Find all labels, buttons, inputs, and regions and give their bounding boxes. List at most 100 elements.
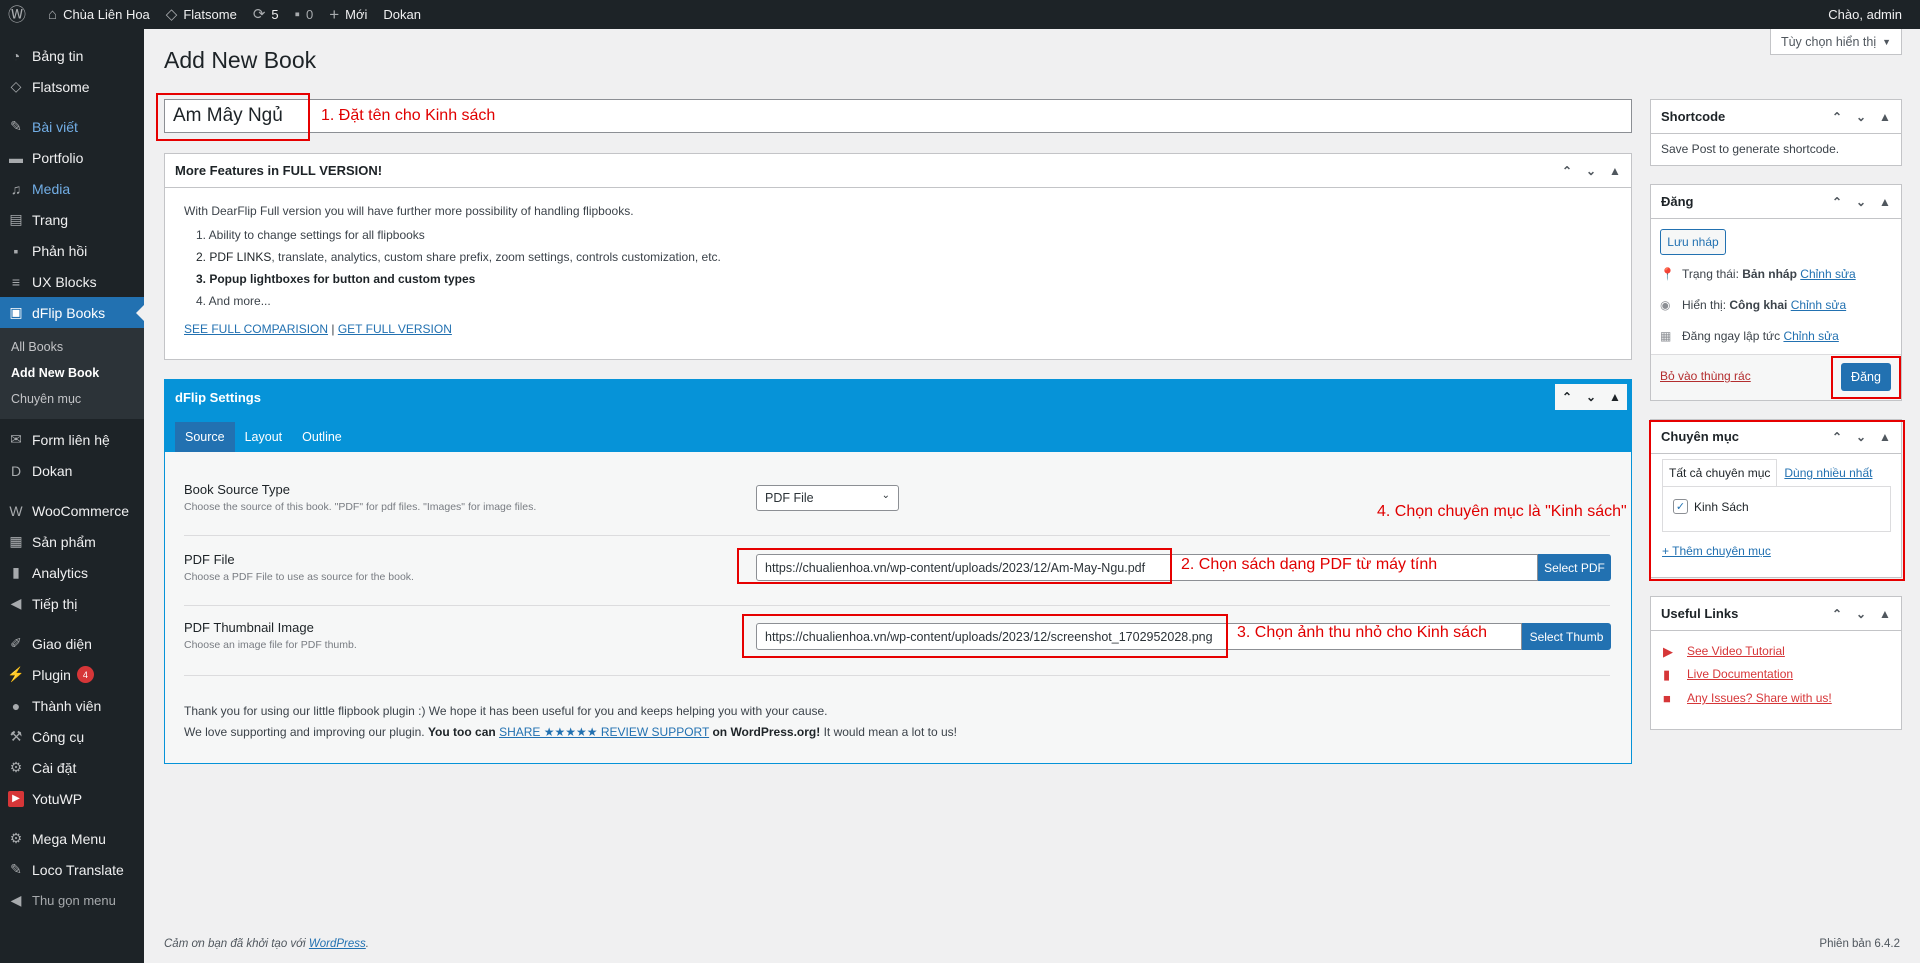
submenu-categories[interactable]: Chuyên mục (0, 386, 144, 412)
chevron-down-icon[interactable]: ⌄ (1579, 164, 1603, 178)
menu-comments[interactable]: ▪ Phản hồi (0, 235, 144, 266)
save-draft-button[interactable]: Lưu nháp (1660, 229, 1726, 255)
status-row: 📍 Trạng thái: Bản nháp Chỉnh sửa (1660, 267, 1856, 281)
share-review-support-link[interactable]: SHARE ★★★★★ REVIEW SUPPORT (499, 725, 709, 739)
wordpress-logo[interactable]: Ⓦ (0, 0, 40, 29)
annotation-box-publish (1831, 356, 1901, 399)
menu-mega-menu[interactable]: ⚙ Mega Menu (0, 823, 144, 854)
dflip-submenu: All Books Add New Book Chuyên mục (0, 328, 144, 419)
tab-outline[interactable]: Outline (292, 422, 352, 452)
pin-icon: 📍 (1660, 267, 1675, 281)
chevron-up-icon[interactable]: ⌃ (1825, 195, 1849, 209)
useful-links-header: Useful Links ⌃ ⌄ ▲ (1651, 597, 1901, 631)
edit-status-link[interactable]: Chỉnh sửa (1800, 267, 1855, 281)
menu-plugins[interactable]: ⚡ Plugin 4 (0, 659, 144, 690)
select-pdf-button[interactable]: Select PDF (1538, 554, 1611, 581)
useful-links-box: Useful Links ⌃ ⌄ ▲ (1650, 596, 1902, 730)
annotation-4: 4. Chọn chuyên mục là "Kinh sách" (1377, 503, 1627, 520)
menu-analytics[interactable]: ▮ Analytics (0, 557, 144, 588)
live-docs-link[interactable]: Live Documentation (1687, 667, 1793, 681)
account-menu[interactable]: Chào, admin (1820, 0, 1920, 29)
annotation-box-thumb (742, 614, 1228, 658)
wordpress-icon: Ⓦ (8, 4, 26, 25)
move-to-trash-link[interactable]: Bỏ vào thùng rác (1660, 369, 1751, 383)
select-thumb-button[interactable]: Select Thumb (1522, 623, 1611, 650)
feature-item: 4. And more... (196, 294, 271, 308)
annotation-box-pdf (737, 548, 1172, 584)
wordpress-link[interactable]: WordPress (309, 938, 366, 950)
annotation-3: 3. Chọn ảnh thu nhỏ cho Kinh sách (1237, 624, 1487, 641)
chevron-down-icon[interactable]: ⌄ (1579, 384, 1603, 410)
menu-settings[interactable]: ⚙ Cài đặt (0, 752, 144, 783)
menu-collapse[interactable]: ◀ Thu gọn menu (0, 885, 144, 916)
chevron-down-icon[interactable]: ⌄ (1849, 195, 1873, 209)
menu-ux-blocks[interactable]: ≡ UX Blocks (0, 266, 144, 297)
video-tutorial-link[interactable]: See Video Tutorial (1687, 644, 1785, 658)
menu-users[interactable]: ● Thành viên (0, 690, 144, 721)
collapse-toggle-icon[interactable]: ▲ (1873, 195, 1897, 209)
footer-version: Phiên bản 6.4.2 (1819, 938, 1900, 950)
menu-posts[interactable]: ✎ Bài viết (0, 111, 144, 142)
submenu-all-books[interactable]: All Books (0, 334, 144, 360)
collapse-toggle-icon[interactable]: ▲ (1603, 164, 1627, 178)
shortcode-box: Shortcode ⌃ ⌄ ▲ Save Post to generate shor… (1650, 99, 1902, 166)
youtube-icon: ▶ (1663, 644, 1673, 659)
chevron-up-icon[interactable]: ⌃ (1825, 110, 1849, 124)
comments-link[interactable]: ▪ 0 (287, 0, 322, 29)
chevron-down-icon[interactable]: ⌄ (1849, 607, 1873, 621)
updates-link[interactable]: ⟳ 5 (245, 0, 287, 29)
chevron-up-icon[interactable]: ⌃ (1555, 384, 1579, 410)
menu-pages[interactable]: ▤ Trang (0, 204, 144, 235)
new-content-link[interactable]: + Mới (321, 0, 375, 29)
menu-woocommerce[interactable]: W WooCommerce (0, 495, 144, 526)
woo-icon: W (9, 502, 23, 519)
dflip-tabs: Source Layout Outline (165, 414, 1631, 452)
tab-layout[interactable]: Layout (235, 422, 293, 452)
menu-marketing[interactable]: ◀ Tiếp thị (0, 588, 144, 619)
menu-media[interactable]: ♫ Media (0, 173, 144, 204)
dflip-settings-header: dFlip Settings ⌃ ⌄ ▲ (165, 380, 1631, 414)
chevron-up-icon[interactable]: ⌃ (1555, 164, 1579, 178)
menu-loco-translate[interactable]: ✎ Loco Translate (0, 854, 144, 885)
comment-bubble-icon: ▪ (294, 6, 300, 23)
book-icon: ▮ (1663, 667, 1671, 682)
collapse-icon: ◀ (10, 892, 22, 908)
see-full-comparison-link[interactable]: SEE FULL COMPARISION (184, 322, 328, 336)
menu-tools[interactable]: ⚒ Công cụ (0, 721, 144, 752)
chevron-up-icon[interactable]: ⌃ (1825, 607, 1849, 621)
menu-dflip-books[interactable]: ▣ dFlip Books (0, 297, 144, 328)
chevron-down-icon: ⌄ (881, 490, 890, 501)
dokan-link[interactable]: Dokan (375, 0, 429, 29)
menu-contact-form[interactable]: ✉ Form liên hệ (0, 424, 144, 455)
menu-dokan[interactable]: D Dokan (0, 455, 144, 486)
edit-visibility-link[interactable]: Chỉnh sửa (1791, 298, 1846, 312)
menu-yotuwp[interactable]: ▶ YotuWP (0, 783, 144, 814)
annotation-box-title (156, 93, 310, 141)
site-name-link[interactable]: ⌂ Chùa Liên Hoa (40, 0, 158, 29)
users-icon: ● (11, 697, 21, 714)
menu-flatsome[interactable]: ◇ Flatsome (0, 71, 144, 102)
diamond-icon: ◇ (165, 6, 178, 23)
menu-dashboard[interactable]: ◔ Bảng tin (0, 40, 144, 71)
shortcode-text: Save Post to generate shortcode. (1661, 142, 1840, 156)
edit-schedule-link[interactable]: Chỉnh sửa (1783, 329, 1838, 343)
submenu-add-new-book[interactable]: Add New Book (0, 360, 144, 386)
issues-link[interactable]: Any Issues? Share with us! (1687, 691, 1832, 705)
menu-products[interactable]: ▦ Sản phẩm (0, 526, 144, 557)
theme-link[interactable]: ◇ Flatsome (158, 0, 245, 29)
collapse-toggle-icon[interactable]: ▲ (1603, 384, 1627, 410)
tab-source[interactable]: Source (175, 422, 235, 452)
get-full-version-link[interactable]: GET FULL VERSION (338, 322, 452, 336)
thanks-message: Thank you for using our little flipbook … (184, 704, 957, 739)
menu-appearance[interactable]: ✐ Giao diện (0, 628, 144, 659)
more-features-body: With DearFlip Full version you will have… (165, 188, 1631, 350)
collapse-toggle-icon[interactable]: ▲ (1873, 110, 1897, 124)
page-title: Add New Book (164, 47, 317, 73)
updates-icon: ⟳ (252, 6, 266, 23)
admin-bar: Ⓦ ⌂ Chùa Liên Hoa ◇ Flatsome ⟳ 5 ▪ 0 + Mới Do… (0, 0, 1920, 29)
collapse-toggle-icon[interactable]: ▲ (1873, 607, 1897, 621)
source-type-select[interactable]: PDF File ⌄ (756, 485, 899, 511)
screen-options-button[interactable]: Tùy chọn hiển thị ▼ (1770, 29, 1902, 55)
menu-portfolio[interactable]: ▬ Portfolio (0, 142, 144, 173)
chevron-down-icon[interactable]: ⌄ (1849, 110, 1873, 124)
